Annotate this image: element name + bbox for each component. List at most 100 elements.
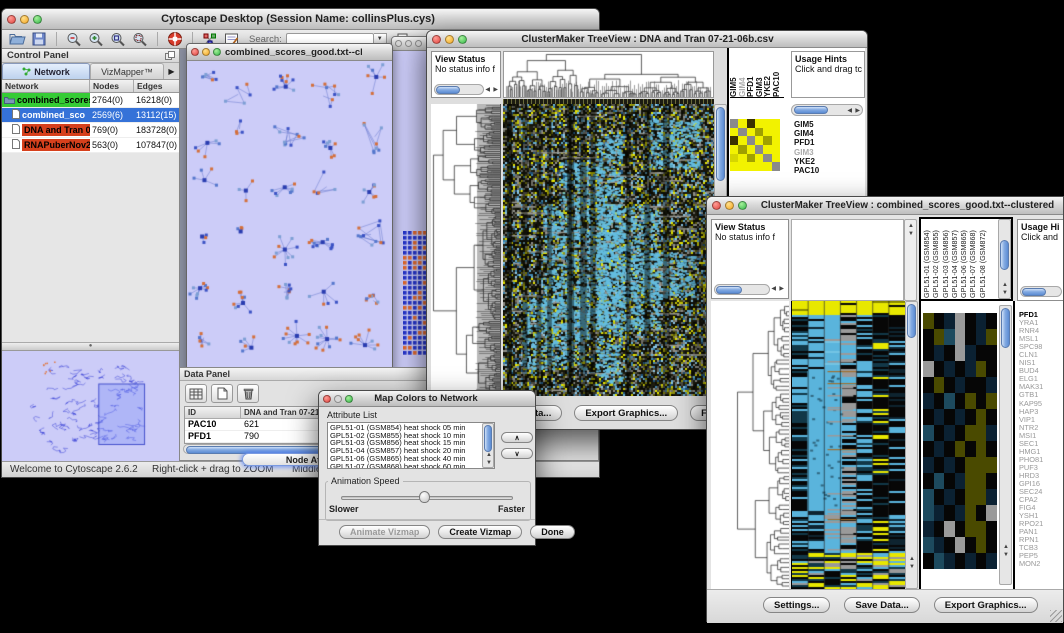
move-up-button[interactable]: ∧ — [501, 432, 533, 443]
tv1-row-dendrogram[interactable] — [431, 104, 501, 396]
network-row[interactable]: DNA and Tran 07769(0)183728(0) — [2, 123, 179, 138]
tv1-column-dendrogram[interactable] — [503, 51, 714, 98]
resize-grip[interactable] — [1050, 610, 1062, 622]
minimize-button[interactable] — [202, 48, 210, 56]
zoom-heatmap-cell — [986, 553, 997, 569]
zoom-heatmap-cell — [934, 329, 945, 345]
tv1-heatmap[interactable] — [503, 104, 714, 396]
tv1-labels-hscrollbar[interactable]: ◀▶ — [791, 104, 863, 116]
save-session-icon[interactable] — [28, 31, 50, 48]
zoom-fit-icon[interactable] — [129, 31, 151, 48]
tv1-gene-label[interactable]: GIM3 — [794, 148, 819, 157]
matrix-cell — [730, 128, 738, 137]
overview-divider[interactable]: ● — [2, 342, 179, 351]
attribute-select-icon[interactable] — [185, 384, 207, 403]
zoom-heatmap-cell — [923, 313, 934, 329]
tv2-hints-scrollbar[interactable] — [1020, 286, 1062, 297]
tab-overflow-arrow[interactable]: ▶ — [164, 63, 179, 79]
close-button[interactable] — [395, 40, 402, 47]
network-view-window-1: combined_scores_good.txt--cluste... — [186, 43, 393, 373]
dialog-button[interactable]: Create Vizmap — [438, 525, 522, 539]
tv1-gene-label[interactable]: GIM5 — [794, 120, 819, 129]
network-row[interactable]: combined_scores2764(0)16218(0) — [2, 93, 179, 108]
network-row-name: combined_scores — [2, 93, 90, 107]
close-button[interactable] — [432, 35, 441, 44]
tv1-status-scrollbar[interactable] — [434, 84, 484, 95]
close-button[interactable] — [712, 201, 721, 210]
tv2-action-button[interactable]: Settings... — [763, 597, 830, 613]
zoom-button[interactable] — [415, 40, 422, 47]
network-row-label: RNAPuberNov2+| — [22, 139, 90, 151]
close-button[interactable] — [323, 395, 331, 403]
tv1-correlation-matrix[interactable] — [730, 119, 780, 171]
minimize-button[interactable] — [334, 395, 342, 403]
attribute-listbox[interactable]: GPL51-01 (GSM854) heat shock 05 minGPL51… — [327, 422, 495, 469]
zoom-heatmap-cell — [923, 489, 934, 505]
zoom-out-icon[interactable] — [63, 31, 85, 48]
dialog-button[interactable]: Animate Vizmap — [339, 525, 430, 539]
zoom-in-icon[interactable] — [85, 31, 107, 48]
network-row[interactable]: combined_sco2569(6)13112(15) — [2, 108, 179, 123]
network-row[interactable]: RNAPuberNov2+|563(0)107847(0) — [2, 138, 179, 153]
attribute-list-scrollbar[interactable]: ▲▼ — [482, 423, 494, 468]
float-panel-icon[interactable] — [165, 47, 179, 65]
tv2-column-label: GPL51-02 (GSM855) — [931, 220, 940, 298]
tv2-row-dendrogram[interactable] — [711, 301, 789, 589]
column-header-nodes[interactable]: Nodes — [90, 80, 134, 92]
column-header-edges[interactable]: Edges — [134, 80, 179, 92]
tv2-heatmap[interactable] — [791, 301, 904, 589]
new-attribute-icon[interactable] — [211, 384, 233, 403]
tv2-zoom-heatm ap[interactable] — [923, 313, 997, 569]
tv2-heatmap-vscrollbar[interactable]: ▲▼ — [905, 301, 918, 589]
network-canvas[interactable] — [187, 61, 392, 372]
help-lifesaver-icon[interactable] — [164, 31, 186, 48]
minimize-button[interactable] — [725, 201, 734, 210]
speed-slider-thumb[interactable] — [419, 491, 430, 503]
tv2-column-dendrogram[interactable] — [791, 219, 904, 301]
matrix-cell — [738, 128, 746, 137]
minimize-button[interactable] — [445, 35, 454, 44]
dialog-button[interactable]: Done — [530, 525, 575, 539]
tv2-action-button[interactable]: Save Data... — [844, 597, 919, 613]
open-session-icon[interactable] — [6, 31, 28, 48]
window-controls — [2, 15, 47, 24]
zoom-button[interactable] — [458, 35, 467, 44]
zoom-selected-icon[interactable] — [107, 31, 129, 48]
matrix-cell — [763, 119, 771, 128]
zoom-button[interactable] — [345, 395, 353, 403]
zoom-heatmap-cell — [965, 345, 976, 361]
minimize-button[interactable] — [405, 40, 412, 47]
tv2-status-scrollbar[interactable] — [714, 284, 770, 295]
matrix-cell — [747, 136, 755, 145]
tv1-gene-label[interactable]: PAC10 — [794, 166, 819, 175]
attribute-list-item[interactable]: GPL51-07 (GSM868) heat shock 60 min — [328, 463, 494, 469]
network-row-nodes: 769(0) — [90, 125, 134, 135]
network-overview-panel[interactable] — [2, 351, 179, 461]
zoom-button[interactable] — [33, 15, 42, 24]
tv2-zoom-vscrollbar[interactable]: ▲▼ — [999, 305, 1012, 585]
zoom-heatmap-cell — [965, 329, 976, 345]
tv1-gene-label[interactable]: GIM4 — [794, 129, 819, 138]
tv1-gene-label[interactable]: PFD1 — [794, 138, 819, 147]
matrix-cell — [772, 162, 780, 171]
tv2-upper-vscrollbar[interactable]: ▲▼ — [904, 219, 917, 301]
data-column-id[interactable]: ID — [185, 407, 241, 418]
move-down-button[interactable]: ∨ — [501, 448, 533, 459]
zoom-button[interactable] — [213, 48, 221, 56]
close-button[interactable] — [7, 15, 16, 24]
zoom-heatmap-cell — [944, 537, 955, 553]
tv2-gene-label[interactable]: MON2 — [1019, 560, 1063, 568]
column-header-network[interactable]: Network — [2, 80, 90, 92]
delete-attribute-icon[interactable] — [237, 384, 259, 403]
zoom-heatmap-cell — [955, 505, 966, 521]
tv2-labels-vscrollbar[interactable]: ▲▼ — [998, 219, 1011, 299]
tv2-column-label: GPL51-07 (GSM868) — [968, 220, 977, 298]
tv1-gene-label[interactable]: YKE2 — [794, 157, 819, 166]
close-button[interactable] — [191, 48, 199, 56]
tv2-action-button[interactable]: Export Graphics... — [934, 597, 1038, 613]
minimize-button[interactable] — [20, 15, 29, 24]
tab-vizmapper[interactable]: VizMapper™ — [90, 63, 164, 79]
zoom-button[interactable] — [738, 201, 747, 210]
tab-network[interactable]: Network — [2, 63, 90, 79]
tv1-action-button[interactable]: Export Graphics... — [574, 405, 678, 421]
